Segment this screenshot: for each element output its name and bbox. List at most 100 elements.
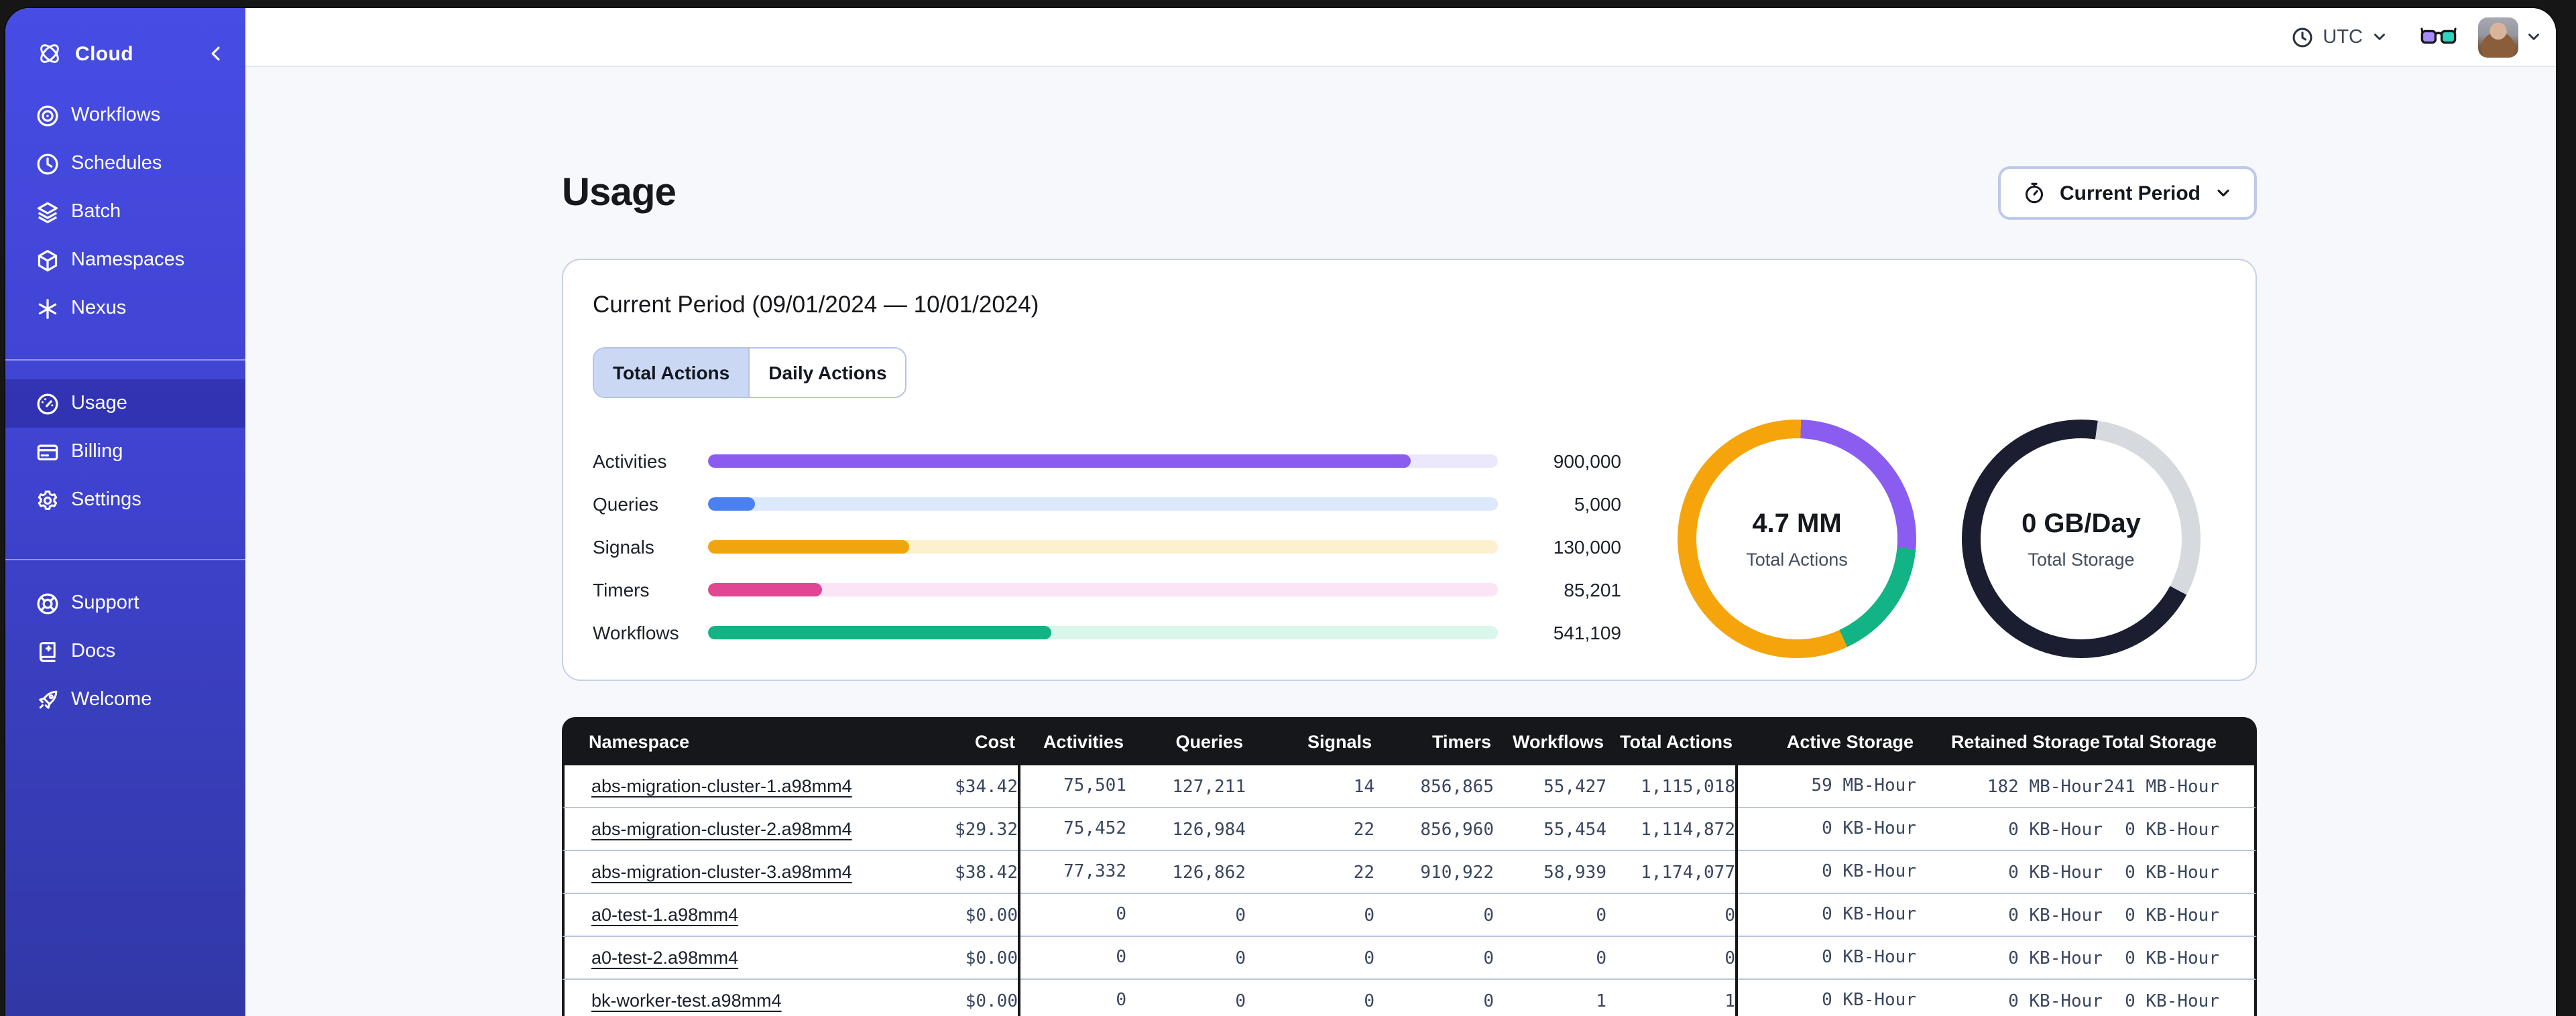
donut-label: Total Storage	[2028, 549, 2135, 569]
active-storage-cell: 0 KB-Hour	[1735, 894, 1916, 937]
sidebar: Cloud Workflows Schedules Batch Namespac…	[5, 8, 245, 1016]
timers-cell: 0	[1483, 991, 1494, 1011]
sidebar-item-workflows[interactable]: Workflows	[5, 91, 245, 139]
namespace-link[interactable]: a0-test-2.a98mm4	[591, 948, 738, 968]
col-activities: Activities	[1043, 731, 1124, 751]
brand-label: Cloud	[75, 42, 133, 65]
total-actions-donut: 4.7 MM Total Actions	[1678, 420, 1916, 658]
chevron-down-icon	[2214, 184, 2233, 202]
sidebar-item-label: Support	[71, 592, 139, 614]
total-actions-cell: 0	[1724, 948, 1735, 968]
sidebar-item-label: Namespaces	[71, 249, 185, 271]
active-storage-cell: 0 KB-Hour	[1735, 808, 1916, 851]
glasses-toggle[interactable]	[2420, 27, 2457, 47]
sidebar-item-batch[interactable]: Batch	[5, 188, 245, 236]
bar-value-workflows: 541,109	[1553, 622, 1621, 643]
queries-cell: 127,211	[1172, 777, 1246, 797]
total-actions-cell: 1	[1724, 991, 1735, 1011]
sidebar-item-label: Welcome	[71, 689, 152, 710]
timers-cell: 0	[1483, 948, 1494, 968]
sidebar-item-welcome[interactable]: Welcome	[5, 676, 245, 724]
table-row: a0-test-1.a98mm4 $0.00 0 0 0 0 0 0 0 KB-…	[562, 894, 2257, 937]
chevron-down-icon	[2525, 28, 2542, 46]
workflows-cell: 1	[1596, 991, 1606, 1011]
schedules-icon	[35, 151, 60, 176]
timers-cell: 856,865	[1420, 777, 1494, 797]
sidebar-item-label: Batch	[71, 201, 121, 223]
active-storage-cell: 59 MB-Hour	[1735, 765, 1916, 808]
sidebar-item-label: Docs	[71, 641, 116, 662]
activities-cell: 0	[1018, 894, 1126, 937]
bar-activities	[708, 454, 1498, 468]
sidebar-item-label: Workflows	[71, 105, 161, 126]
retained-storage-cell: 0 KB-Hour	[2008, 948, 2103, 968]
tab-daily-actions[interactable]: Daily Actions	[748, 348, 906, 397]
total-storage-cell: 241 MB-Hour	[2103, 777, 2219, 797]
user-menu[interactable]	[2478, 17, 2542, 57]
sidebar-divider	[5, 559, 245, 560]
workflows-cell: 55,427	[1543, 777, 1606, 797]
docs-book-icon	[35, 639, 60, 664]
workflows-icon	[35, 103, 60, 128]
cost-cell: $0.00	[965, 905, 1018, 926]
sidebar-item-label: Nexus	[71, 298, 127, 319]
activities-cell: 0	[1018, 980, 1126, 1016]
workflows-cell: 0	[1596, 948, 1606, 968]
bar-value-timers: 85,201	[1564, 579, 1621, 600]
sidebar-item-nexus[interactable]: Nexus	[5, 284, 245, 332]
col-retained-storage: Retained Storage	[1950, 731, 2100, 751]
cost-cell: $29.32	[955, 820, 1018, 840]
queries-cell: 126,862	[1172, 863, 1246, 883]
queries-cell: 126,984	[1172, 820, 1246, 840]
sidebar-brand-cloud[interactable]: Cloud	[5, 24, 245, 83]
cost-cell: $38.42	[955, 863, 1018, 883]
sidebar-collapse-icon[interactable]	[205, 43, 227, 64]
retained-storage-cell: 0 KB-Hour	[2008, 991, 2103, 1011]
sidebar-divider	[5, 359, 245, 361]
bar-label-timers: Timers	[593, 579, 650, 600]
sidebar-item-billing[interactable]: Billing	[5, 428, 245, 476]
bar-signals	[708, 540, 1498, 554]
temporal-logo-icon	[35, 39, 64, 68]
period-selector-button[interactable]: Current Period	[1997, 166, 2257, 220]
retained-storage-cell: 182 MB-Hour	[1987, 777, 2103, 797]
namespace-link[interactable]: bk-worker-test.a98mm4	[591, 991, 782, 1011]
actions-tabs: Total Actions Daily Actions	[593, 347, 907, 398]
retained-storage-cell: 0 KB-Hour	[2008, 863, 2103, 883]
timezone-selector[interactable]: UTC	[2290, 25, 2388, 49]
sidebar-item-settings[interactable]: Settings	[5, 476, 245, 524]
namespace-link[interactable]: a0-test-1.a98mm4	[591, 905, 738, 925]
sidebar-item-namespaces[interactable]: Namespaces	[5, 236, 245, 284]
sidebar-item-docs[interactable]: Docs	[5, 627, 245, 676]
namespace-link[interactable]: abs-migration-cluster-3.a98mm4	[591, 862, 852, 882]
signals-cell: 14	[1353, 777, 1374, 797]
table-row: a0-test-2.a98mm4 $0.00 0 0 0 0 0 0 0 KB-…	[562, 937, 2257, 980]
activities-cell: 0	[1018, 937, 1126, 980]
sidebar-item-schedules[interactable]: Schedules	[5, 139, 245, 188]
col-active-storage: Active Storage	[1786, 731, 1914, 751]
retained-storage-cell: 0 KB-Hour	[2008, 905, 2103, 926]
timers-cell: 0	[1483, 905, 1494, 926]
activities-cell: 75,501	[1018, 765, 1126, 808]
queries-cell: 0	[1235, 991, 1246, 1011]
total-storage-cell: 0 KB-Hour	[2125, 820, 2219, 840]
namespace-link[interactable]: abs-migration-cluster-2.a98mm4	[591, 819, 852, 839]
sidebar-item-usage[interactable]: Usage	[5, 379, 245, 428]
donut-value: 0 GB/Day	[2022, 509, 2141, 538]
col-signals: Signals	[1307, 731, 1372, 751]
table-header-row: Namespace Cost Activities Queries Signal…	[562, 717, 2257, 765]
table-row: abs-migration-cluster-2.a98mm4 $29.32 75…	[562, 808, 2257, 851]
usage-gauge-icon	[35, 391, 60, 416]
tab-total-actions[interactable]: Total Actions	[594, 348, 749, 397]
sidebar-item-support[interactable]: Support	[5, 579, 245, 627]
bar-workflows	[708, 626, 1498, 639]
support-lifering-icon	[35, 590, 60, 616]
stopwatch-icon	[2022, 181, 2046, 205]
workflows-cell: 55,454	[1543, 820, 1606, 840]
signals-cell: 0	[1364, 991, 1374, 1011]
welcome-rocket-icon	[35, 687, 60, 712]
namespace-link[interactable]: abs-migration-cluster-1.a98mm4	[591, 776, 852, 796]
queries-cell: 0	[1235, 948, 1246, 968]
col-workflows: Workflows	[1512, 731, 1604, 751]
col-namespace: Namespace	[589, 731, 690, 751]
